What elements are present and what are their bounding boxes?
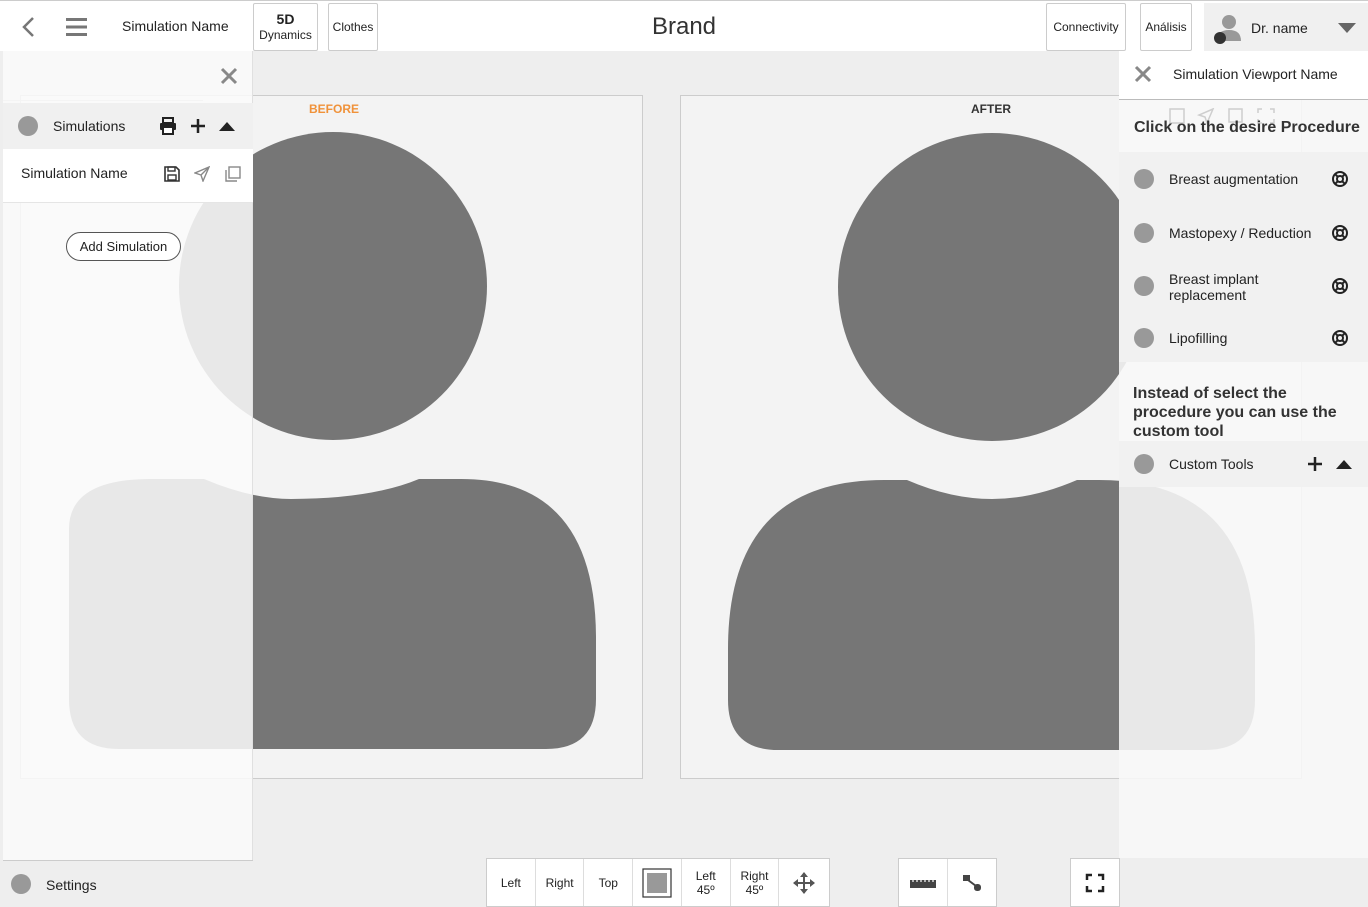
custom-tools-header[interactable]: Custom Tools — [1119, 441, 1368, 487]
custom-tool-instruction: Instead of select the procedure you can … — [1133, 385, 1337, 440]
procedure-panel-header: Simulation Viewport Name — [1119, 51, 1368, 100]
search-field[interactable] — [3, 51, 203, 101]
right45-label: Right — [740, 868, 769, 883]
simulations-panel: Simulations Simulation Name Add Simulati… — [3, 51, 253, 907]
procedure-label: Breast augmentation — [1169, 171, 1299, 187]
user-name: Dr. name — [1251, 20, 1308, 36]
lifebuoy-icon[interactable] — [1330, 328, 1350, 348]
simulations-title: Simulations — [53, 118, 126, 134]
procedure-instruction: Click on the desire Procedure — [1134, 119, 1360, 136]
save-icon[interactable] — [162, 164, 182, 184]
measure-toolbar — [898, 858, 997, 907]
view-left-button[interactable]: Left — [487, 859, 536, 906]
settings-button[interactable]: Settings — [3, 860, 253, 907]
custom-tools-dot-icon — [1134, 454, 1154, 474]
view-toolbar: Left Right Top Left 45º Right 45º — [486, 858, 830, 907]
simulation-name-title: Simulation Name — [122, 18, 229, 34]
add-simulation-button[interactable]: Add Simulation — [66, 232, 181, 261]
fullscreen-toolbar — [1070, 858, 1120, 907]
simulations-header[interactable]: Simulations — [3, 103, 253, 149]
procedure-item[interactable]: Breast augmentation — [1119, 153, 1368, 203]
5d-dynamics-button[interactable]: 5D Dynamics — [253, 3, 318, 51]
procedure-dot-icon — [1134, 169, 1154, 189]
connectivity-button[interactable]: Connectivity — [1046, 3, 1126, 51]
close-icon[interactable] — [219, 66, 239, 86]
fullscreen-button[interactable] — [1071, 859, 1119, 906]
link-icon — [963, 874, 981, 891]
procedure-item[interactable]: Mastopexy / Reduction — [1119, 207, 1368, 257]
fullscreen-icon — [1085, 873, 1105, 892]
caret-up-icon[interactable] — [1334, 454, 1354, 474]
5d-label: 5D — [276, 11, 295, 27]
custom-tools-label: Custom Tools — [1169, 456, 1254, 472]
procedure-item[interactable]: Lipofilling — [1119, 312, 1368, 362]
link-button[interactable] — [948, 859, 996, 906]
dynamics-label: Dynamics — [259, 28, 312, 42]
send-icon[interactable] — [192, 164, 212, 184]
lifebuoy-icon[interactable] — [1330, 169, 1350, 189]
left45-label: Left — [695, 868, 716, 883]
ruler-button[interactable] — [899, 859, 948, 906]
view-left45-button[interactable]: Left 45º — [682, 859, 731, 906]
view-top-button[interactable]: Top — [584, 859, 634, 906]
analisis-button[interactable]: Análisis — [1140, 3, 1192, 51]
left45-degrees: 45º — [696, 882, 715, 897]
viewport-name-title: Simulation Viewport Name — [1173, 66, 1338, 82]
procedure-label: Lipofilling — [1169, 330, 1228, 346]
copy-icon[interactable] — [223, 164, 243, 184]
square-view-icon — [642, 867, 672, 898]
clothes-button[interactable]: Clothes — [328, 3, 378, 51]
view-right45-button[interactable]: Right 45º — [731, 859, 780, 906]
procedure-dot-icon — [1134, 276, 1154, 296]
procedure-list: Breast augmentation Mastopexy / Reductio… — [1119, 152, 1368, 362]
simulations-dot-icon — [18, 116, 38, 136]
move-button[interactable] — [779, 859, 829, 906]
right45-degrees: 45º — [745, 882, 764, 897]
top-bar: Simulation Name 5D Dynamics Clothes Bran… — [0, 0, 1368, 51]
simulation-list-item[interactable]: Simulation Name — [3, 149, 253, 203]
plus-icon[interactable] — [188, 116, 208, 136]
simulation-item-name: Simulation Name — [21, 165, 128, 181]
procedure-dot-icon — [1134, 328, 1154, 348]
lifebuoy-icon[interactable] — [1330, 223, 1350, 243]
settings-dot-icon — [11, 874, 31, 894]
caret-up-icon[interactable] — [217, 116, 237, 136]
plus-icon[interactable] — [1305, 454, 1325, 474]
back-icon[interactable] — [16, 14, 42, 40]
chevron-down-icon[interactable] — [1338, 23, 1356, 33]
close-icon[interactable] — [1133, 64, 1153, 84]
procedure-item[interactable]: Breast implant replacement — [1119, 260, 1368, 310]
move-icon — [793, 871, 816, 894]
view-front-button[interactable] — [633, 859, 682, 906]
procedure-label: Mastopexy / Reduction — [1169, 225, 1312, 241]
user-icon — [1214, 15, 1241, 44]
procedure-panel: Simulation Viewport Name Click on the de… — [1119, 51, 1368, 858]
settings-label: Settings — [46, 877, 97, 893]
procedure-label: Breast implant replacement — [1169, 271, 1259, 303]
lifebuoy-icon[interactable] — [1330, 276, 1350, 296]
menu-icon[interactable] — [64, 14, 90, 40]
procedure-dot-icon — [1134, 223, 1154, 243]
user-menu[interactable]: Dr. name — [1204, 3, 1368, 51]
ruler-icon — [910, 876, 936, 888]
print-icon[interactable] — [158, 116, 178, 136]
view-right-button[interactable]: Right — [536, 859, 585, 906]
